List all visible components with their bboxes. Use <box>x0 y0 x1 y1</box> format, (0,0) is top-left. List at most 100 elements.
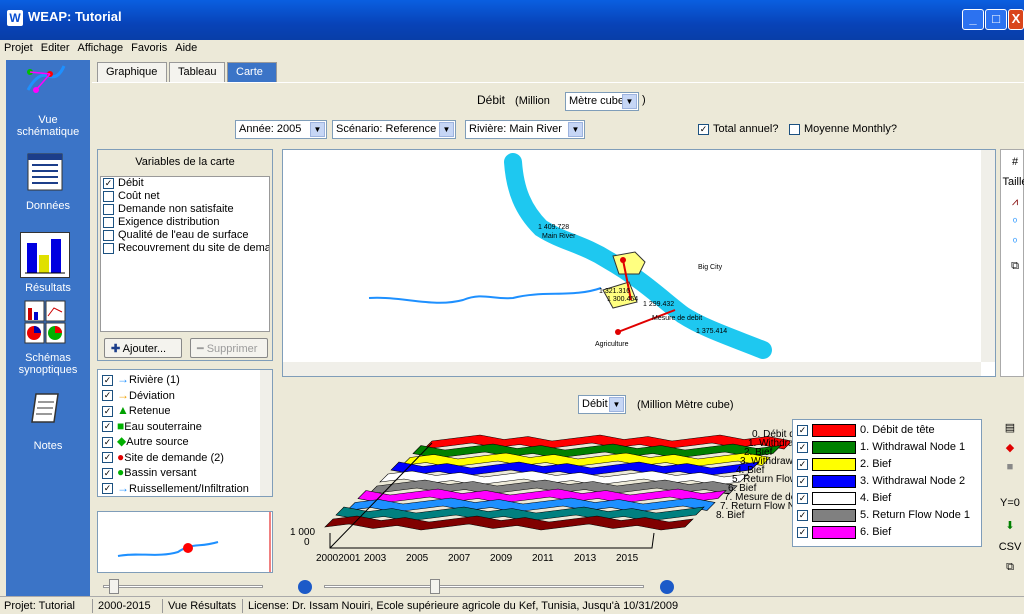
year-select[interactable]: Année: 2005 ▼ <box>235 120 327 139</box>
layer-item[interactable]: ✓ ◆Autre source <box>102 434 256 450</box>
nav-notes-label[interactable]: Notes <box>6 440 90 452</box>
checkbox-checked-icon[interactable]: ✓ <box>797 492 808 504</box>
variable-item[interactable]: Exigence distribution <box>101 216 269 229</box>
chart-line-icon[interactable]: ⩘ <box>1001 196 1024 209</box>
unit-select[interactable]: Mètre cube ▼ <box>565 92 639 111</box>
data-table-icon[interactable] <box>24 152 66 192</box>
checkbox-checked-icon[interactable]: ✓ <box>103 177 114 189</box>
back-icon[interactable] <box>298 580 312 594</box>
monthly-avg-option[interactable]: Moyenne Monthly? <box>789 123 897 135</box>
map-hscrollbar[interactable] <box>283 362 981 376</box>
gray-square-icon[interactable]: ■ <box>996 461 1024 473</box>
checkbox-checked-icon[interactable]: ✓ <box>797 458 808 470</box>
checkbox-empty-icon[interactable] <box>103 242 114 254</box>
checkbox-checked-icon[interactable]: ✓ <box>797 424 808 436</box>
checkbox-checked-icon[interactable]: ✓ <box>102 421 113 433</box>
checkbox-checked-icon[interactable]: ✓ <box>102 452 113 464</box>
map-vscrollbar[interactable] <box>981 150 995 362</box>
color-icon[interactable]: ◆ <box>996 441 1024 454</box>
tab-tableau[interactable]: Tableau <box>169 62 225 82</box>
checkbox-checked-icon[interactable]: ✓ <box>797 441 808 453</box>
schematic-icon[interactable] <box>24 62 66 98</box>
checkbox-checked-icon[interactable]: ✓ <box>102 390 113 402</box>
layer-item[interactable]: ✓ ▲Retenue <box>102 403 256 419</box>
variable-item[interactable]: Qualité de l'eau de surface <box>101 229 269 242</box>
decimal-decrease-icon[interactable]: ⁰ <box>1001 216 1024 229</box>
scenario-select[interactable]: Scénario: Reference ▼ <box>332 120 456 139</box>
overview-charts-icon[interactable] <box>24 300 66 346</box>
menu-projet[interactable]: Projet <box>0 40 37 56</box>
nav-overview-label[interactable]: Schémas synoptiques <box>6 352 90 376</box>
checkbox-empty-icon[interactable] <box>103 216 114 228</box>
checkbox-checked-icon[interactable]: ✓ <box>102 405 113 417</box>
layer-item[interactable]: ✓ ●Bassin versant <box>102 465 256 481</box>
chart-legend-item[interactable]: ✓ 1. Withdrawal Node 1 <box>797 439 977 456</box>
table-icon[interactable]: ▤ <box>996 421 1024 434</box>
playback-slider[interactable] <box>324 585 644 588</box>
chart-variable-select[interactable]: Débit ▼ <box>578 395 626 414</box>
layer-item[interactable]: ✓ →Déviation <box>102 388 256 404</box>
maximize-button[interactable]: □ <box>985 9 1007 30</box>
chart-legend-item[interactable]: ✓ 0. Débit de tête <box>797 422 977 439</box>
nav-results-label[interactable]: Résultats <box>6 282 90 294</box>
menu-aide[interactable]: Aide <box>171 40 201 56</box>
decimal-increase-icon[interactable]: ⁰ <box>1001 236 1024 249</box>
chevron-down-icon: ▼ <box>439 122 454 137</box>
results-chart-icon[interactable] <box>20 232 70 278</box>
checkbox-checked-icon[interactable]: ✓ <box>102 374 113 386</box>
remove-variable-button[interactable]: ━ Supprimer <box>190 338 268 358</box>
chart-legend-item[interactable]: ✓ 6. Bief <box>797 524 977 541</box>
chart-legend-item[interactable]: ✓ 4. Bief <box>797 490 977 507</box>
layer-vscrollbar[interactable] <box>260 370 272 496</box>
add-variable-button[interactable]: ✚ Ajouter... <box>104 338 182 358</box>
variable-item[interactable]: Demande non satisfaite <box>101 203 269 216</box>
checkbox-empty-icon[interactable] <box>103 229 114 241</box>
variable-item[interactable]: Coût net <box>101 190 269 203</box>
copy-chart-icon[interactable]: ⧉ <box>996 561 1024 574</box>
year-slider[interactable] <box>97 579 273 595</box>
layer-label: Eau souterraine <box>124 420 202 433</box>
forward-icon[interactable] <box>660 580 674 594</box>
nav-data-label[interactable]: Données <box>6 200 90 212</box>
nav-schematic-label[interactable]: Vue schématique <box>6 114 90 138</box>
close-button[interactable]: X <box>1008 9 1024 30</box>
chart-legend-item[interactable]: ✓ 5. Return Flow Node 1 <box>797 507 977 524</box>
layer-item[interactable]: ✓ →Ruissellement/Infiltration <box>102 481 256 497</box>
menu-affichage[interactable]: Affichage <box>74 40 128 56</box>
layer-item[interactable]: ✓ ■Eau souterraine <box>102 419 256 435</box>
tab-carte[interactable]: Carte <box>227 62 277 82</box>
notepad-icon[interactable] <box>28 390 64 426</box>
map-thumbnail[interactable] <box>97 511 273 573</box>
layer-label: Retenue <box>128 405 171 417</box>
playback-thumb[interactable] <box>430 579 440 594</box>
checkbox-empty-icon[interactable] <box>103 190 114 202</box>
checkbox-checked-icon[interactable]: ✓ <box>102 483 113 495</box>
chart-legend-item[interactable]: ✓ 3. Withdrawal Node 2 <box>797 473 977 490</box>
river-select[interactable]: Rivière: Main River ▼ <box>465 120 585 139</box>
checkbox-checked-icon[interactable]: ✓ <box>797 509 808 521</box>
export-icon[interactable]: ⬇ <box>996 519 1024 532</box>
minimize-button[interactable]: _ <box>962 9 984 30</box>
csv-button[interactable]: CSV <box>996 541 1024 553</box>
slider-thumb[interactable] <box>109 579 119 594</box>
copy-icon[interactable]: ⧉ <box>1001 260 1024 273</box>
map-canvas[interactable]: 1 409.728 Main River Big City 1 321.316 … <box>282 149 996 377</box>
y-zero-button[interactable]: Y=0 <box>996 497 1024 509</box>
menu-favoris[interactable]: Favoris <box>127 40 171 56</box>
checkbox-checked-icon[interactable]: ✓ <box>797 475 808 487</box>
checkbox-empty-icon[interactable] <box>789 123 800 135</box>
layer-item[interactable]: ✓ ●Site de demande (2) <box>102 450 256 466</box>
checkbox-checked-icon[interactable]: ✓ <box>102 436 113 448</box>
checkbox-checked-icon[interactable]: ✓ <box>698 123 709 135</box>
variable-item[interactable]: Recouvrement du site de dema <box>101 242 269 255</box>
checkbox-checked-icon[interactable]: ✓ <box>102 467 113 479</box>
checkbox-empty-icon[interactable] <box>103 203 114 215</box>
chart-legend-item[interactable]: ✓ 2. Bief <box>797 456 977 473</box>
menu-editer[interactable]: Editer <box>37 40 74 56</box>
total-annual-option[interactable]: ✓ Total annuel? <box>698 123 778 135</box>
tab-graphique[interactable]: Graphique <box>97 62 167 82</box>
layer-item[interactable]: ✓ →Rivière (1) <box>102 372 256 388</box>
variable-item[interactable]: ✓ Débit <box>101 177 269 190</box>
checkbox-checked-icon[interactable]: ✓ <box>797 526 808 538</box>
hash-button[interactable]: # <box>1001 156 1024 168</box>
